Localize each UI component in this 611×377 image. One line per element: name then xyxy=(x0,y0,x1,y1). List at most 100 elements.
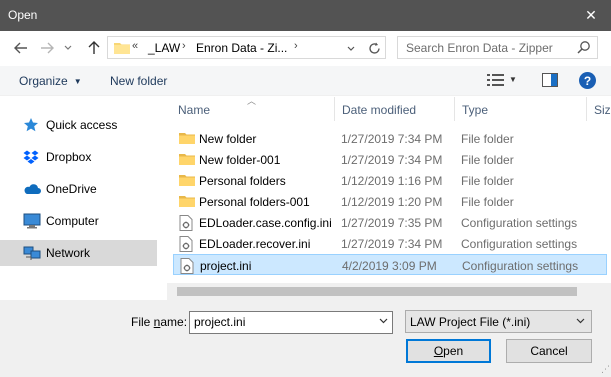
open-button[interactable]: Open xyxy=(406,339,491,363)
file-name: EDLoader.case.config.ini xyxy=(199,216,332,230)
file-name-value: project.ini xyxy=(194,315,246,329)
sidebar-item-label: Dropbox xyxy=(46,150,92,164)
column-header-type[interactable]: Type xyxy=(462,103,488,117)
file-row[interactable]: New folder-001 1/27/2019 7:34 PM File fo… xyxy=(173,149,607,170)
refresh-icon[interactable] xyxy=(365,39,383,57)
file-row-selected[interactable]: project.ini 4/2/2019 3:09 PM Configurati… xyxy=(173,254,607,275)
address-dropdown-icon[interactable] xyxy=(343,40,359,56)
file-type: File folder xyxy=(461,195,514,209)
folder-icon xyxy=(179,131,195,145)
search-placeholder: Search Enron Data - Zipper xyxy=(406,41,553,55)
file-name-label: File name: xyxy=(131,315,188,329)
file-date: 4/2/2019 3:09 PM xyxy=(342,259,437,273)
help-button[interactable]: ? xyxy=(579,72,596,89)
folder-icon xyxy=(179,152,195,166)
column-divider[interactable] xyxy=(454,97,455,121)
file-date: 1/12/2019 1:20 PM xyxy=(341,195,443,209)
file-type: File folder xyxy=(461,132,514,146)
network-icon xyxy=(23,245,41,261)
sort-ascending-icon: ︿ xyxy=(247,97,257,106)
sidebar-item-network[interactable]: Network xyxy=(0,240,157,266)
chevron-down-icon xyxy=(576,316,585,326)
up-arrow-icon[interactable] xyxy=(85,39,103,57)
recent-locations-chevron-icon[interactable] xyxy=(62,39,74,57)
file-type: Configuration settings xyxy=(462,259,579,273)
address-segment-enron[interactable]: Enron Data - Zi... xyxy=(196,41,287,55)
sidebar-item-onedrive[interactable]: OneDrive xyxy=(0,176,157,202)
file-row[interactable]: Personal folders-001 1/12/2019 1:20 PM F… xyxy=(173,191,607,212)
close-button[interactable]: ✕ xyxy=(571,0,611,31)
resize-grip-icon[interactable]: ⋰ xyxy=(601,364,610,375)
organize-button[interactable]: Organize ▼ xyxy=(19,74,82,88)
file-name: Personal folders xyxy=(199,174,286,188)
sidebar-item-label: OneDrive xyxy=(46,182,97,196)
cancel-button[interactable]: Cancel xyxy=(506,339,592,363)
file-type-select[interactable]: LAW Project File (*.ini) xyxy=(405,310,592,333)
file-name-input[interactable]: project.ini xyxy=(189,311,393,334)
chevron-down-icon[interactable] xyxy=(379,316,388,326)
sidebar-item-quick-access[interactable]: Quick access xyxy=(0,112,157,138)
sidebar-item-computer[interactable]: Computer xyxy=(0,208,157,234)
file-type: Configuration settings xyxy=(461,237,578,251)
star-icon xyxy=(23,117,41,133)
organize-label: Organize xyxy=(19,74,68,88)
address-overflow[interactable]: « xyxy=(132,40,138,52)
file-type-value: LAW Project File (*.ini) xyxy=(410,315,531,329)
scrollbar-thumb[interactable] xyxy=(177,287,577,296)
folder-icon xyxy=(179,194,195,208)
sidebar-item-label: Network xyxy=(46,246,91,260)
back-arrow-icon[interactable] xyxy=(12,39,30,57)
chevron-right-icon[interactable]: › xyxy=(182,40,186,52)
file-type: File folder xyxy=(461,174,514,188)
dialog-footer: File name: project.ini LAW Project File … xyxy=(0,300,611,377)
file-name: EDLoader.recover.ini xyxy=(199,237,311,251)
file-date: 1/12/2019 1:16 PM xyxy=(341,174,443,188)
chevron-right-icon[interactable]: › xyxy=(294,40,298,52)
view-dropdown-chevron-icon[interactable]: ▼ xyxy=(509,75,517,84)
sidebar-item-label: Computer xyxy=(46,214,99,228)
chevron-down-icon: ▼ xyxy=(73,77,82,86)
computer-icon xyxy=(23,213,41,229)
cloud-icon xyxy=(23,181,41,197)
file-type: Configuration settings xyxy=(461,216,578,230)
file-date: 1/27/2019 7:34 PM xyxy=(341,153,443,167)
search-icon[interactable] xyxy=(577,40,591,57)
sidebar-item-dropbox[interactable]: Dropbox xyxy=(0,144,157,170)
config-file-icon xyxy=(179,236,195,252)
file-name: New folder-001 xyxy=(199,153,281,167)
config-file-icon xyxy=(180,258,196,274)
config-file-icon xyxy=(179,215,195,231)
file-date: 1/27/2019 7:35 PM xyxy=(341,216,443,230)
address-segment-law[interactable]: _LAW xyxy=(148,41,180,55)
navigation-pane: Quick access Dropbox OneDrive Computer N… xyxy=(0,97,167,295)
search-box[interactable]: Search Enron Data - Zipper xyxy=(397,36,598,59)
file-name: project.ini xyxy=(200,259,252,273)
sidebar-item-label: Quick access xyxy=(46,118,118,132)
preview-pane-icon[interactable] xyxy=(542,73,558,90)
file-row[interactable]: EDLoader.case.config.ini 1/27/2019 7:35 … xyxy=(173,212,607,233)
column-header-date-modified[interactable]: Date modified xyxy=(342,103,416,117)
forward-arrow-icon[interactable] xyxy=(38,39,56,57)
dropbox-icon xyxy=(23,149,41,165)
folder-icon xyxy=(179,173,195,187)
file-list: ︿ Name Date modified Type Size New folde… xyxy=(167,97,611,295)
column-header-name[interactable]: Name xyxy=(178,103,210,117)
column-divider[interactable] xyxy=(586,97,587,121)
file-name: Personal folders-001 xyxy=(199,195,310,209)
command-bar: Organize ▼ New folder ▼ ? xyxy=(0,66,611,96)
view-options-icon[interactable] xyxy=(487,73,505,90)
file-date: 1/27/2019 7:34 PM xyxy=(341,237,443,251)
column-divider[interactable] xyxy=(334,97,335,121)
file-row[interactable]: New folder 1/27/2019 7:34 PM File folder xyxy=(173,128,607,149)
horizontal-scrollbar[interactable] xyxy=(167,283,611,300)
column-header-size[interactable]: Size xyxy=(594,103,611,117)
file-row[interactable]: EDLoader.recover.ini 1/27/2019 7:34 PM C… xyxy=(173,233,607,254)
title-bar: Open ✕ xyxy=(0,0,611,31)
address-bar[interactable]: « _LAW › Enron Data - Zi... › xyxy=(107,36,386,59)
window-title: Open xyxy=(8,8,38,22)
file-row[interactable]: Personal folders 1/12/2019 1:16 PM File … xyxy=(173,170,607,191)
new-folder-button[interactable]: New folder xyxy=(110,74,167,88)
folder-icon xyxy=(114,41,130,57)
file-name: New folder xyxy=(199,132,257,146)
file-date: 1/27/2019 7:34 PM xyxy=(341,132,443,146)
